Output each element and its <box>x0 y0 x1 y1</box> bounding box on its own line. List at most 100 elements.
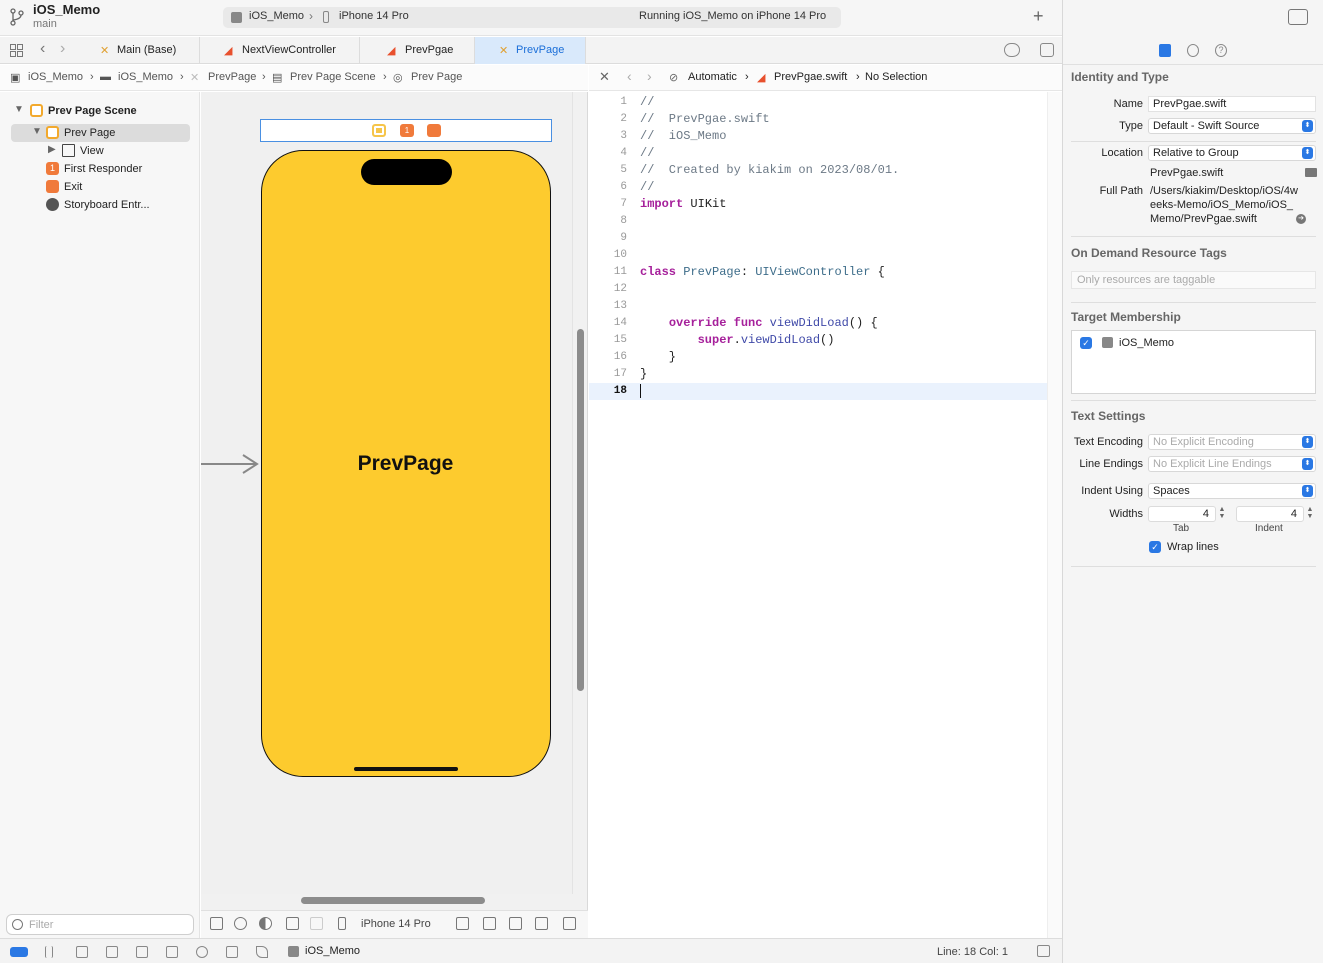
canvas-area[interactable]: 1 PrevPage <box>201 92 584 904</box>
scheme-device-label[interactable]: iPhone 14 Pro <box>339 10 409 22</box>
branch-name[interactable]: main <box>33 18 57 30</box>
memory-graph-icon[interactable] <box>226 946 238 958</box>
view-hierarchy-icon[interactable] <box>196 946 208 958</box>
project-name[interactable]: iOS_Memo <box>33 2 100 17</box>
disclosure-open-icon[interactable]: ▼ <box>14 104 24 115</box>
tab-width-stepper-icon[interactable]: ▲ ▼ <box>1217 506 1227 522</box>
history-icon[interactable] <box>1187 44 1199 57</box>
disclosure-closed-icon[interactable]: ▶ <box>48 144 56 155</box>
horizontal-scrollbar[interactable] <box>301 897 485 904</box>
iphone-frame[interactable]: PrevPage <box>261 150 551 777</box>
tab-prevpgae[interactable]: ◢ PrevPgae <box>360 37 475 64</box>
code-line[interactable]: 13 <box>589 298 1047 315</box>
code-text[interactable]: } <box>640 366 647 383</box>
add-editor-icon[interactable] <box>1040 43 1054 57</box>
code-line[interactable]: 16 } <box>589 349 1047 366</box>
debug-target[interactable]: iOS_Memo <box>305 945 360 957</box>
tab-prevpage[interactable]: ✕ PrevPage <box>475 37 586 64</box>
filter-input[interactable] <box>29 917 189 932</box>
code-text[interactable]: // <box>640 145 654 162</box>
code-text[interactable]: } <box>640 349 676 366</box>
code-text[interactable]: override func viewDidLoad() { <box>640 315 878 332</box>
code-line[interactable]: 14 override func viewDidLoad() { <box>589 315 1047 332</box>
code-line[interactable]: 9 <box>589 230 1047 247</box>
code-line[interactable]: 15 super.viewDidLoad() <box>589 332 1047 349</box>
align-icon[interactable] <box>483 917 496 930</box>
outline-toggle-icon[interactable] <box>210 917 223 930</box>
file-inspector-icon[interactable] <box>1159 44 1171 57</box>
vertical-scrollbar[interactable] <box>577 329 584 691</box>
type-popup[interactable]: Default - Swift Source ⬍ <box>1148 118 1316 134</box>
code-line[interactable]: 11 class PrevPage: UIViewController { <box>589 264 1047 281</box>
folder-icon[interactable] <box>1305 168 1317 177</box>
breadcrumb-file[interactable]: PrevPage <box>208 71 256 83</box>
code-line[interactable]: 2 // PrevPgae.swift <box>589 111 1047 128</box>
embed-icon[interactable] <box>563 917 576 930</box>
outline-exit[interactable]: Exit <box>0 178 200 196</box>
close-icon[interactable]: ✕ <box>599 69 610 85</box>
minimap-icon[interactable] <box>1037 945 1050 957</box>
code-line[interactable]: 1 // <box>589 94 1047 111</box>
code-line[interactable]: 10 <box>589 247 1047 264</box>
continue-icon[interactable] <box>76 946 88 958</box>
endings-popup[interactable]: No Explicit Line Endings ⬍ <box>1148 456 1316 472</box>
help-icon[interactable]: ? <box>1215 44 1227 57</box>
storyboard-canvas[interactable]: 1 PrevPage iPhone 14 Pro <box>201 92 588 938</box>
code-line[interactable]: 17} <box>589 366 1047 383</box>
scene-dock[interactable]: 1 <box>260 119 552 142</box>
back-icon[interactable]: ‹ <box>627 68 632 84</box>
outline-filter[interactable] <box>6 914 194 935</box>
indent-width-field[interactable]: 4 <box>1236 506 1304 522</box>
exit-icon[interactable] <box>427 124 441 137</box>
disclosure-open-icon[interactable]: ▼ <box>32 126 42 137</box>
forward-icon[interactable]: › <box>647 68 652 84</box>
wrap-lines-checkbox[interactable]: ✓ <box>1149 541 1161 553</box>
tab-main-base[interactable]: ✕ Main (Base) <box>86 37 200 64</box>
device-selector[interactable]: iPhone 14 Pro <box>361 918 431 930</box>
code-text[interactable]: // iOS_Memo <box>640 128 726 145</box>
view-controller-icon[interactable] <box>372 124 386 137</box>
reveal-in-finder-icon[interactable]: ➔ <box>1296 214 1306 224</box>
outline-scene[interactable]: ▼ Prev Page Scene <box>0 102 200 120</box>
code-line[interactable]: 8 <box>589 213 1047 230</box>
encoding-popup[interactable]: No Explicit Encoding ⬍ <box>1148 434 1316 450</box>
breadcrumb-scene[interactable]: Prev Page Scene <box>290 71 376 83</box>
breadcrumb-group[interactable]: iOS_Memo <box>118 71 173 83</box>
name-field[interactable]: PrevPgae.swift <box>1148 96 1316 112</box>
code-line[interactable]: 4 // <box>589 145 1047 162</box>
outline-storyboard-entry[interactable]: Storyboard Entr... <box>0 196 200 214</box>
scheme-app-label[interactable]: iOS_Memo <box>249 10 304 22</box>
code-line[interactable]: 3 // iOS_Memo <box>589 128 1047 145</box>
code-text[interactable]: super.viewDidLoad() <box>640 332 835 349</box>
tab-nextviewcontroller[interactable]: ◢ NextViewController <box>200 37 360 64</box>
breadcrumb-controller[interactable]: Prev Page <box>411 71 462 83</box>
pause-icon[interactable] <box>45 946 53 958</box>
inspector-toggle-icon[interactable] <box>1288 9 1308 25</box>
first-responder-icon[interactable]: 1 <box>400 124 414 137</box>
code-line[interactable]: 18 <box>589 383 1047 400</box>
scheme-selector[interactable]: iOS_Memo › iPhone 14 Pro Running iOS_Mem… <box>223 7 841 28</box>
tab-width-field[interactable]: 4 <box>1148 506 1216 522</box>
target-checkbox[interactable]: ✓ <box>1080 337 1092 349</box>
prevpage-label[interactable]: PrevPage <box>262 452 549 476</box>
appearance-icon[interactable] <box>259 917 272 930</box>
code-text[interactable]: // PrevPgae.swift <box>640 111 770 128</box>
assistant-file[interactable]: PrevPgae.swift <box>774 71 847 83</box>
assistant-selection[interactable]: No Selection <box>865 71 927 83</box>
assistant-mode[interactable]: Automatic <box>688 71 737 83</box>
editor-scrollbar[interactable] <box>1047 92 1062 938</box>
outline-view[interactable]: ▶ View <box>0 142 200 160</box>
resource-tags-field[interactable]: Only resources are taggable <box>1071 271 1316 289</box>
code-text[interactable] <box>640 383 641 400</box>
add-button[interactable]: + <box>1033 6 1044 26</box>
location-popup[interactable]: Relative to Group ⬍ <box>1148 145 1316 161</box>
location-icon[interactable] <box>256 946 268 958</box>
code-line[interactable]: 7 import UIKit <box>589 196 1047 213</box>
indent-width-stepper-icon[interactable]: ▲ ▼ <box>1305 506 1315 522</box>
step-out-icon[interactable] <box>166 946 178 958</box>
step-over-icon[interactable] <box>106 946 118 958</box>
assistant-icon[interactable] <box>1004 43 1020 57</box>
iphone-icon[interactable] <box>338 917 346 930</box>
entry-point-arrow-icon[interactable] <box>201 454 259 474</box>
related-items-icon[interactable] <box>10 44 23 57</box>
